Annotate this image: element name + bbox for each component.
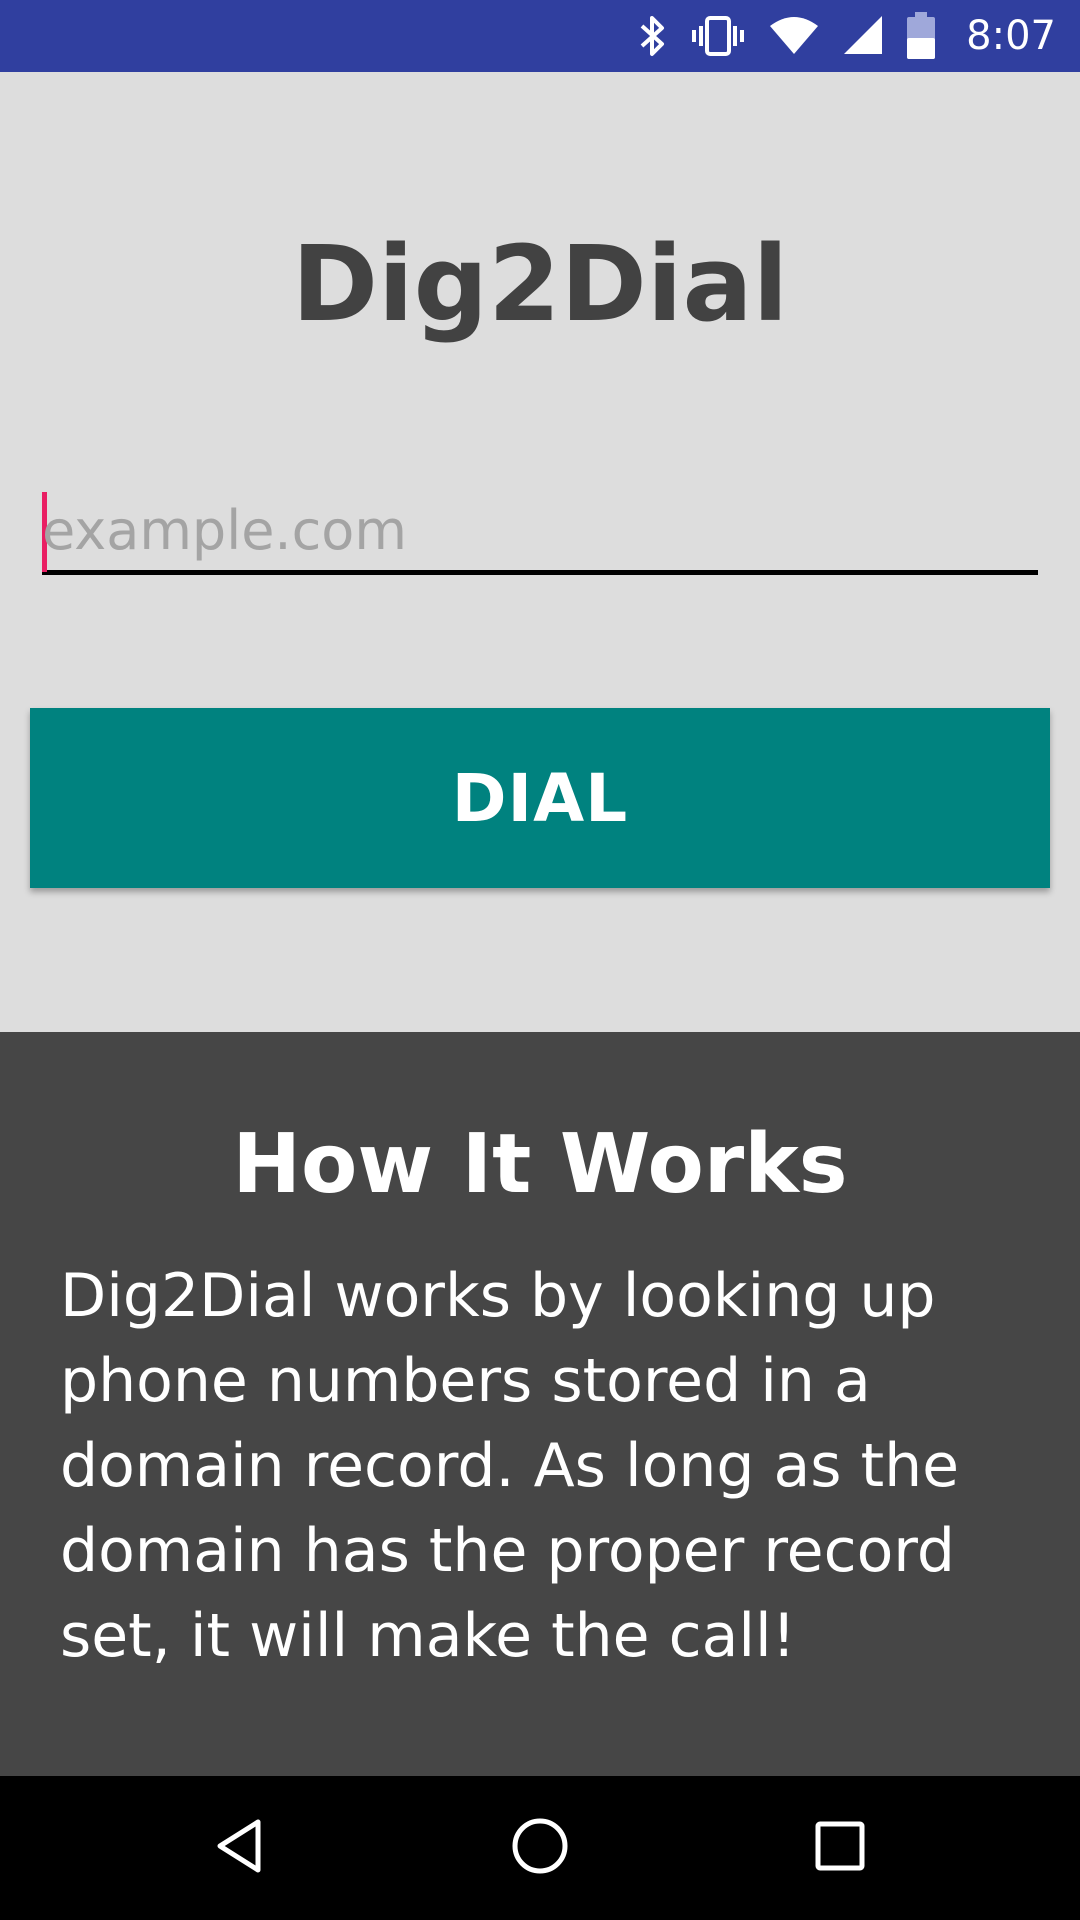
recents-icon xyxy=(810,1816,870,1881)
battery-icon xyxy=(906,12,936,60)
home-button[interactable] xyxy=(500,1808,580,1888)
status-bar: 8:07 xyxy=(0,0,1080,72)
how-it-works-section: How It Works Dig2Dial works by looking u… xyxy=(0,1032,1080,1776)
cell-signal-icon xyxy=(842,14,884,58)
domain-input[interactable] xyxy=(42,490,1038,570)
vibrate-icon xyxy=(690,14,746,58)
how-it-works-body: Dig2Dial works by looking up phone numbe… xyxy=(60,1261,960,1671)
back-button[interactable] xyxy=(200,1808,280,1888)
wifi-icon xyxy=(768,14,820,58)
recents-button[interactable] xyxy=(800,1808,880,1888)
back-icon xyxy=(210,1816,270,1881)
status-time: 8:07 xyxy=(966,13,1056,59)
dial-button[interactable]: DIAL xyxy=(30,708,1050,888)
app-title: Dig2Dial xyxy=(291,223,789,345)
navigation-bar xyxy=(0,1776,1080,1920)
status-icons: 8:07 xyxy=(638,0,1056,72)
how-it-works-title: How It Works xyxy=(232,1117,848,1212)
home-icon xyxy=(510,1816,570,1881)
bluetooth-icon xyxy=(638,14,668,58)
domain-input-container xyxy=(42,490,1038,575)
main-content: Dig2Dial DIAL xyxy=(0,72,1080,1032)
